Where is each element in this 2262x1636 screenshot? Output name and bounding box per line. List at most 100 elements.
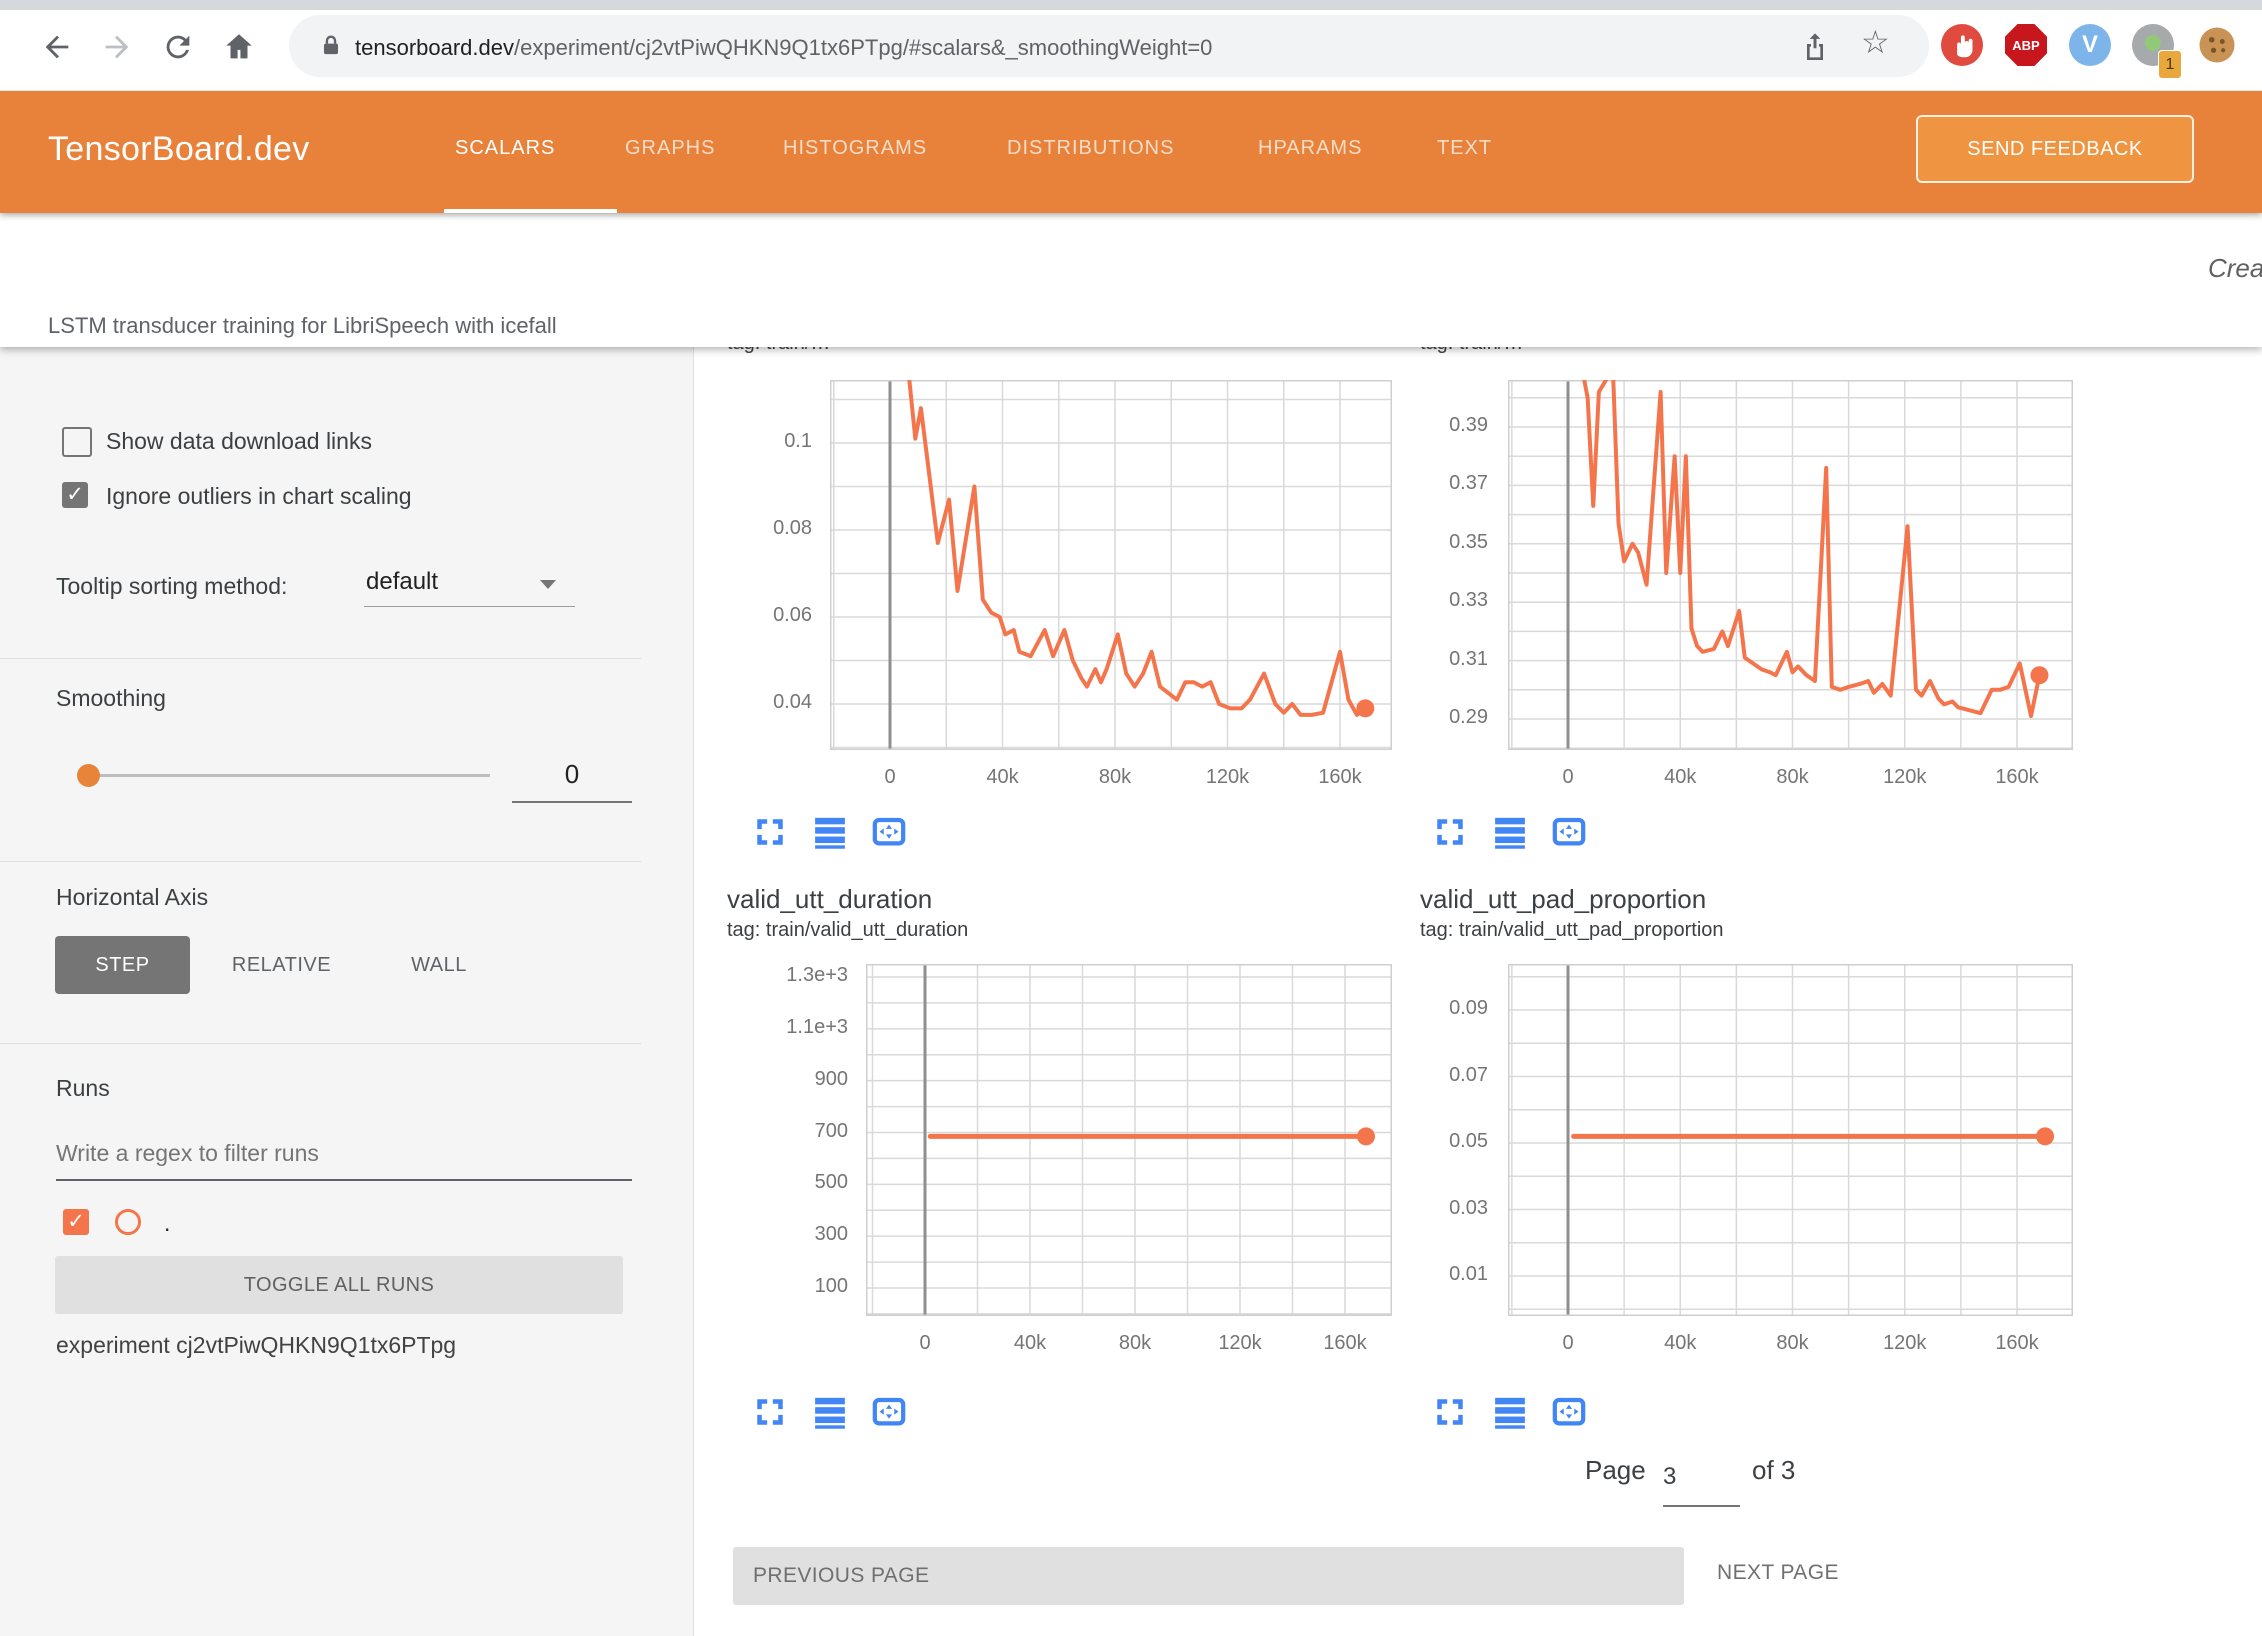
run-name: . (164, 1210, 170, 1237)
y-tick-label: 0.29 (1376, 706, 1488, 729)
send-feedback-button[interactable]: SEND FEEDBACK (1916, 115, 2194, 183)
chart-plot[interactable] (866, 964, 1392, 1316)
stop-hand-extension-icon[interactable] (1941, 24, 1983, 66)
previous-page-button[interactable]: PREVIOUS PAGE (733, 1547, 1684, 1605)
x-tick-label: 40k (1635, 766, 1725, 789)
x-tick-label: 80k (1748, 1332, 1838, 1355)
status-extension-icon[interactable]: 1 (2132, 24, 2174, 66)
ignore-outliers-label: Ignore outliers in chart scaling (106, 483, 412, 510)
log-scale-icon[interactable] (1493, 1395, 1527, 1429)
page-input-underline (1663, 1505, 1740, 1507)
x-tick-label: 0 (845, 766, 935, 789)
expand-chart-icon[interactable] (753, 815, 787, 849)
v-extension-icon[interactable]: V (2069, 24, 2111, 66)
tab-distributions[interactable]: DISTRIBUTIONS (1007, 137, 1174, 160)
app-header: TensorBoard.dev SCALARS GRAPHS HISTOGRAMS D… (0, 90, 2262, 213)
y-tick-label: 500 (736, 1171, 848, 1194)
expand-chart-icon[interactable] (753, 1395, 787, 1429)
expand-chart-icon[interactable] (1433, 1395, 1467, 1429)
tab-histograms[interactable]: HISTOGRAMS (783, 137, 927, 160)
lock-icon (317, 32, 345, 60)
fit-domain-icon[interactable] (872, 815, 906, 849)
y-tick-label: 0.39 (1376, 414, 1488, 437)
tooltip-sorting-select[interactable]: default (366, 568, 438, 596)
divider (0, 1043, 641, 1044)
chart-plot[interactable] (1508, 380, 2073, 750)
show-download-checkbox[interactable] (62, 427, 92, 457)
axis-option-wall[interactable]: WALL (404, 936, 474, 994)
y-tick-label: 700 (736, 1120, 848, 1143)
tab-text[interactable]: TEXT (1437, 137, 1492, 160)
smoothing-value-underline (512, 801, 632, 803)
axis-option-step[interactable]: STEP (55, 936, 190, 994)
y-tick-label: 0.37 (1376, 472, 1488, 495)
chart-plot[interactable] (830, 380, 1392, 750)
x-tick-label: 40k (1635, 1332, 1725, 1355)
tab-hparams[interactable]: HPARAMS (1258, 137, 1362, 160)
x-tick-label: 120k (1183, 766, 1273, 789)
chart-title: valid_utt_pad_proportion (1420, 884, 1706, 915)
x-tick-label: 0 (1523, 766, 1613, 789)
share-icon[interactable] (1799, 30, 1831, 62)
cookie-extension-icon[interactable] (2196, 24, 2238, 66)
page-root: tensorboard.dev/experiment/cj2vtPiwQHKN9… (0, 0, 2262, 1636)
y-tick-label: 100 (736, 1275, 848, 1298)
tab-scalars[interactable]: SCALARS (455, 137, 555, 160)
forward-icon[interactable] (100, 30, 134, 64)
url-text: tensorboard.dev/experiment/cj2vtPiwQHKN9… (355, 35, 1212, 61)
axis-option-relative[interactable]: RELATIVE (224, 936, 339, 994)
fit-domain-icon[interactable] (1552, 1395, 1586, 1429)
tab-graphs[interactable]: GRAPHS (625, 137, 715, 160)
chart-plot[interactable] (1508, 964, 2073, 1316)
y-tick-label: 0.05 (1376, 1130, 1488, 1153)
page-of-label: of 3 (1752, 1455, 1795, 1486)
y-tick-label: 0.01 (1376, 1263, 1488, 1286)
run-color-swatch[interactable] (115, 1209, 141, 1235)
x-tick-label: 160k (1295, 766, 1385, 789)
smoothing-value[interactable]: 0 (512, 759, 632, 790)
fit-domain-icon[interactable] (872, 1395, 906, 1429)
clipped-created-text: Crea (2208, 253, 2262, 284)
chart-title: valid_utt_duration (727, 884, 932, 915)
smoothing-label: Smoothing (56, 685, 166, 712)
toggle-all-runs-button[interactable]: TOGGLE ALL RUNS (55, 1256, 623, 1314)
fit-domain-icon[interactable] (1552, 815, 1586, 849)
next-page-button[interactable]: NEXT PAGE (1717, 1561, 1839, 1585)
log-scale-icon[interactable] (813, 815, 847, 849)
y-tick-label: 0.31 (1376, 648, 1488, 671)
bookmark-star-icon[interactable]: ☆ (1861, 23, 1890, 61)
expand-chart-icon[interactable] (1433, 815, 1467, 849)
tooltip-sorting-label: Tooltip sorting method: (56, 573, 287, 600)
experiment-bar: LSTM transducer training for LibriSpeech… (0, 213, 2262, 347)
page-number-input[interactable]: 3 (1663, 1463, 1676, 1491)
abp-extension-icon[interactable]: ABP (2005, 24, 2047, 66)
y-tick-label: 0.08 (700, 517, 812, 540)
log-scale-icon[interactable] (1493, 815, 1527, 849)
x-tick-label: 80k (1070, 766, 1160, 789)
x-tick-label: 40k (985, 1332, 1075, 1355)
y-tick-label: 0.33 (1376, 589, 1488, 612)
y-tick-label: 0.35 (1376, 531, 1488, 554)
y-tick-label: 0.1 (700, 430, 812, 453)
smoothing-slider-track[interactable] (92, 774, 490, 777)
horizontal-axis-label: Horizontal Axis (56, 884, 208, 911)
log-scale-icon[interactable] (813, 1395, 847, 1429)
y-tick-label: 0.09 (1376, 997, 1488, 1020)
reload-icon[interactable] (161, 30, 195, 64)
smoothing-slider-thumb[interactable] (77, 764, 100, 787)
app-logo[interactable]: TensorBoard.dev (48, 130, 310, 169)
y-tick-label: 0.04 (700, 691, 812, 714)
y-tick-label: 0.07 (1376, 1064, 1488, 1087)
y-tick-label: 1.1e+3 (736, 1016, 848, 1039)
x-tick-label: 120k (1195, 1332, 1285, 1355)
run-checkbox[interactable]: ✓ (63, 1209, 89, 1235)
ignore-outliers-checkbox[interactable]: ✓ (62, 482, 88, 508)
back-icon[interactable] (40, 30, 74, 64)
runs-filter-input[interactable]: Write a regex to filter runs (56, 1140, 319, 1167)
divider (0, 658, 641, 659)
experiment-id-text: experiment cj2vtPiwQHKN9Q1tx6PTpg (56, 1332, 456, 1359)
address-bar[interactable]: tensorboard.dev/experiment/cj2vtPiwQHKN9… (289, 15, 1929, 77)
home-icon[interactable] (222, 30, 256, 64)
show-download-label: Show data download links (106, 428, 372, 455)
green-dot (2145, 35, 2161, 51)
